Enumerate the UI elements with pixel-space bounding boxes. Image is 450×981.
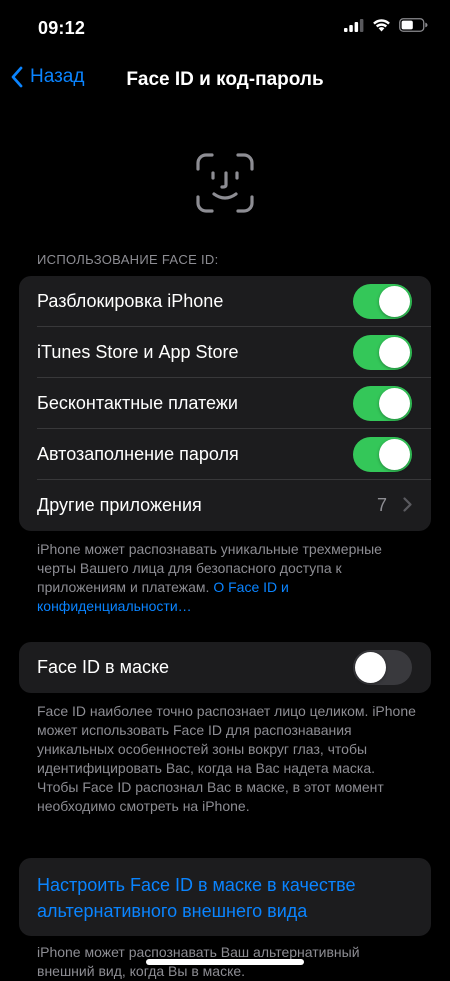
- toggle-knob: [379, 388, 410, 419]
- row-label: Другие приложения: [37, 495, 202, 515]
- face-id-icon: [196, 153, 254, 213]
- status-time: 09:12: [38, 18, 86, 38]
- cellular-signal-icon: [344, 18, 364, 32]
- toggle-knob: [379, 337, 410, 368]
- row-label: Разблокировка iPhone: [37, 291, 224, 311]
- row-label: Бесконтактные платежи: [37, 393, 238, 413]
- toggle-row-contactless-payments[interactable]: Бесконтактные платежи: [19, 378, 431, 429]
- other-apps-count: 7: [376, 495, 387, 515]
- toggle-knob: [355, 652, 386, 683]
- section-header-face-id-use: ИСПОЛЬЗОВАНИЕ FACE ID:: [37, 252, 219, 267]
- page-title: Face ID и код-пароль: [126, 69, 324, 90]
- wifi-icon: [373, 19, 390, 32]
- alternate-appearance-group: Настроить Face ID в маске в качестве аль…: [19, 858, 431, 936]
- status-icons: [344, 18, 428, 32]
- password-autofill-toggle[interactable]: [353, 437, 412, 472]
- itunes-app-store-toggle[interactable]: [353, 335, 412, 370]
- home-indicator[interactable]: [146, 959, 304, 965]
- face-id-mask-group: Face ID в маске: [19, 642, 431, 693]
- toggle-row-password-autofill[interactable]: Автозаполнение пароля: [19, 429, 431, 480]
- face-id-mask-footer: Face ID наиболее точно распознает лицо ц…: [37, 703, 416, 814]
- footer-text: iPhone может распознавать уникальные тре…: [37, 541, 382, 595]
- contactless-payments-toggle[interactable]: [353, 386, 412, 421]
- row-label: Автозаполнение пароля: [37, 444, 239, 464]
- row-label: iTunes Store и App Store: [37, 342, 239, 362]
- chevron-right-icon: [403, 497, 412, 512]
- toggle-row-unlock-iphone[interactable]: Разблокировка iPhone: [19, 276, 431, 327]
- row-label: Face ID в маске: [37, 657, 170, 677]
- face-id-use-footer: iPhone может распознавать уникальные тре…: [37, 540, 417, 616]
- face-id-use-group: Разблокировка iPhone iTunes Store и App …: [19, 276, 431, 531]
- unlock-iphone-toggle[interactable]: [353, 284, 412, 319]
- toggle-row-face-id-mask[interactable]: Face ID в маске: [19, 642, 431, 693]
- other-apps-row[interactable]: Другие приложения 7: [19, 480, 431, 531]
- navigation-bar: Назад Face ID и код-пароль: [0, 54, 450, 106]
- toggle-row-itunes-app-store[interactable]: iTunes Store и App Store: [19, 327, 431, 378]
- status-bar: 09:12: [0, 0, 450, 54]
- toggle-knob: [379, 286, 410, 317]
- toggle-knob: [379, 439, 410, 470]
- face-id-mask-toggle[interactable]: [353, 650, 412, 685]
- battery-icon: [399, 18, 428, 32]
- setup-mask-appearance-button[interactable]: Настроить Face ID в маске в качестве аль…: [37, 872, 417, 924]
